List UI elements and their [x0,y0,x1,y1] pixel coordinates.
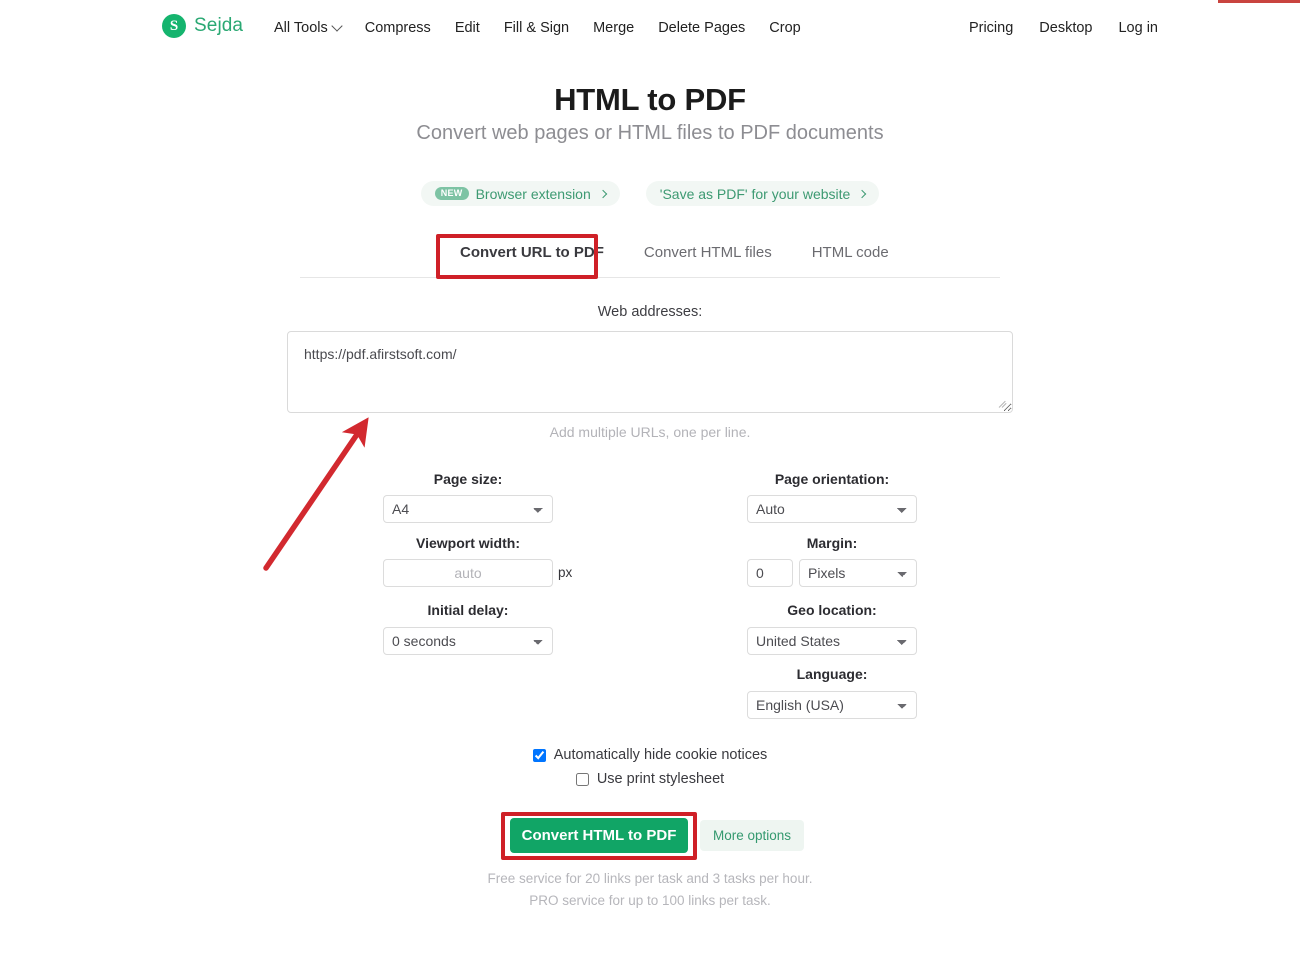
use-print-stylesheet-checkbox[interactable] [575,772,589,786]
chevron-right-icon [598,189,608,198]
nav-item-desktop[interactable]: Desktop [1026,20,1105,36]
checkbox-row-hide-cookie-notices: Automatically hide cookie notices [0,747,1300,763]
page-subtitle: Convert web pages or HTML files to PDF d… [416,122,884,144]
chevron-right-icon [858,189,867,198]
more-options-button[interactable]: More options [700,820,805,851]
language-select[interactable]: English (USA) [747,691,917,719]
checkbox-row-use-print-stylesheet: Use print stylesheet [0,771,1300,787]
nav-item-pricing[interactable]: Pricing [956,20,1026,36]
margin-unit-select[interactable]: Pixels [799,559,917,587]
page-size-label: Page size: [433,471,503,487]
page-orientation-label: Page orientation: [774,471,890,487]
viewport-width-unit-label: px [558,565,573,580]
top-navbar: S Sejda All Tools Compress Edit Fill & S… [0,0,1300,55]
use-print-stylesheet-label[interactable]: Use print stylesheet [597,771,724,787]
nav-item-delete-pages[interactable]: Delete Pages [646,20,757,36]
promo-browser-extension[interactable]: NEW Browser extension [420,181,620,206]
nav-item-crop[interactable]: Crop [757,20,812,36]
secondary-nav: Pricing Desktop Log in [956,0,1158,55]
tab-convert-html-files[interactable]: Convert HTML files [624,236,792,271]
nav-item-merge[interactable]: Merge [581,20,646,36]
language-label: Language: [796,666,868,682]
web-addresses-textarea[interactable] [287,331,1013,413]
page-size-select[interactable]: A4 [383,495,553,523]
geo-location-label: Geo location: [787,602,877,618]
nav-item-label: All Tools [274,19,328,36]
chevron-down-icon [331,19,343,32]
tab-bar: Convert URL to PDF Convert HTML files HT… [300,236,1000,278]
nav-item-compress[interactable]: Compress [353,20,443,36]
promo-label: 'Save as PDF' for your website [659,185,851,202]
viewport-width-input[interactable] [383,559,553,587]
footer-pro-service-note: PRO service for up to 100 links per task… [529,893,771,908]
promo-save-as-pdf[interactable]: 'Save as PDF' for your website [645,181,880,206]
promo-label: Browser extension [475,185,591,202]
tab-underline-divider [300,277,1000,278]
new-badge: NEW [434,187,469,200]
brand-name: Sejda [194,15,244,36]
web-addresses-label: Web addresses: [597,304,703,320]
nav-item-edit[interactable]: Edit [443,20,492,36]
hide-cookie-notices-label[interactable]: Automatically hide cookie notices [554,747,768,763]
primary-nav: All Tools Compress Edit Fill & Sign Merg… [274,0,813,55]
convert-html-to-pdf-button[interactable]: Convert HTML to PDF [510,818,688,853]
footer-free-service-note: Free service for 20 links per task and 3… [487,871,813,886]
nav-item-fill-and-sign[interactable]: Fill & Sign [492,20,581,36]
initial-delay-label: Initial delay: [427,602,509,618]
promo-pill-row: NEW Browser extension 'Save as PDF' for … [0,181,1300,206]
brand-logo-link[interactable]: S Sejda [162,14,243,38]
web-addresses-hint: Add multiple URLs, one per line. [549,424,751,440]
page-orientation-select[interactable]: Auto [747,495,917,523]
margin-label: Margin: [806,535,858,551]
page-title: HTML to PDF [554,82,746,117]
viewport-width-label: Viewport width: [416,535,520,551]
tab-list: Convert URL to PDF Convert HTML files HT… [440,236,909,271]
margin-value-input[interactable] [747,559,793,587]
tab-convert-url-to-pdf[interactable]: Convert URL to PDF [440,236,624,271]
initial-delay-select[interactable]: 0 seconds [383,627,553,655]
hide-cookie-notices-checkbox[interactable] [532,748,546,762]
nav-item-log-in[interactable]: Log in [1105,20,1158,36]
geo-location-select[interactable]: United States [747,627,917,655]
nav-item-all-tools[interactable]: All Tools [274,20,353,36]
page-root: S Sejda All Tools Compress Edit Fill & S… [0,0,1300,967]
sejda-logo-icon: S [162,14,186,38]
tab-html-code[interactable]: HTML code [792,236,909,271]
